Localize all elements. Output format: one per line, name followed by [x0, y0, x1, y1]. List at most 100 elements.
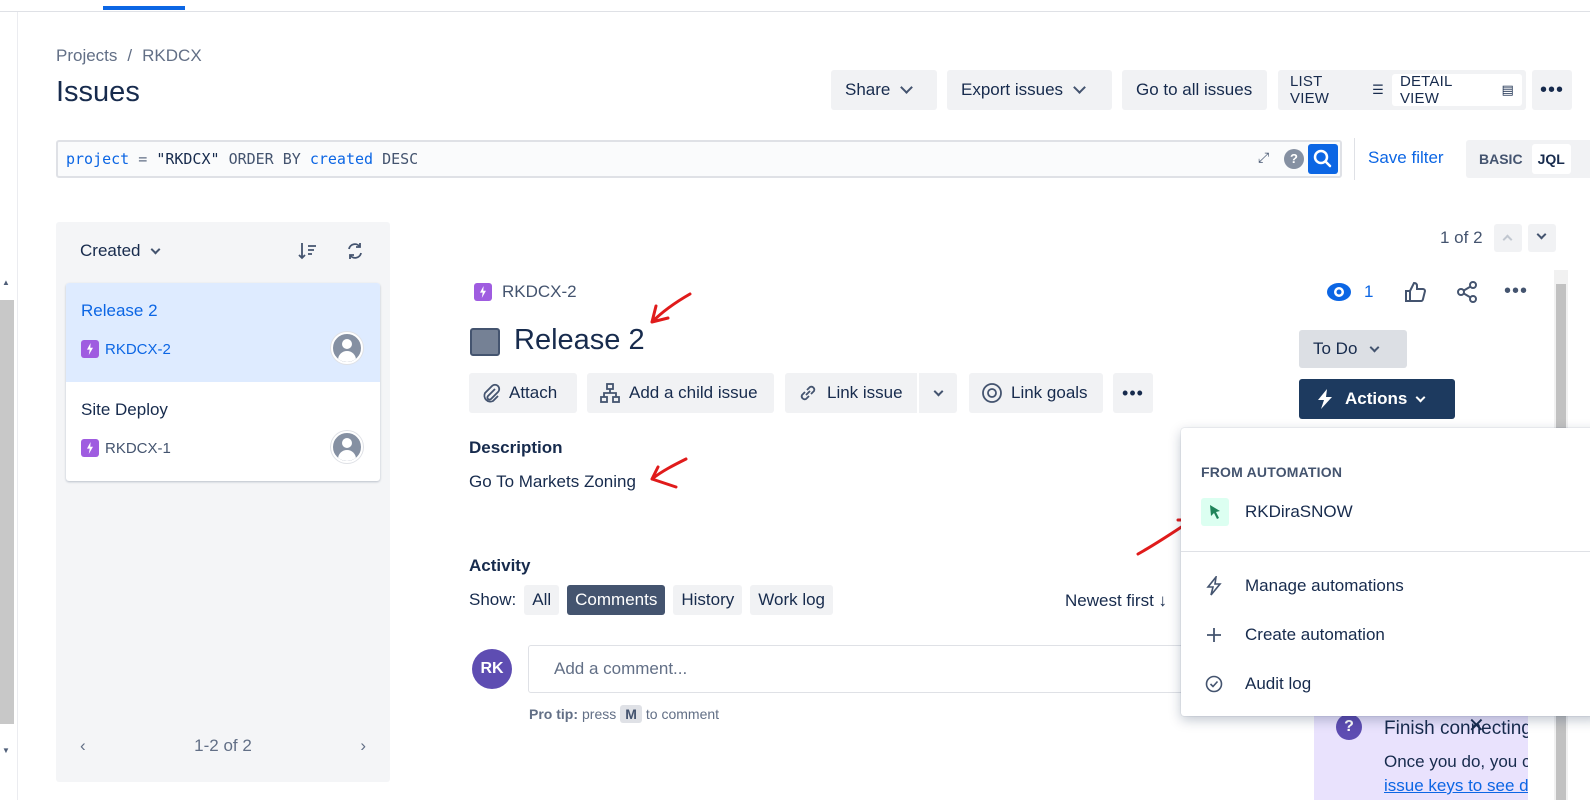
divider	[1354, 138, 1355, 180]
chevron-down-icon	[900, 81, 914, 94]
activity-filters: Show: All Comments History Work log	[469, 585, 834, 615]
avatar	[331, 431, 363, 463]
previous-issue-button[interactable]	[1494, 224, 1522, 252]
share-button[interactable]: Share	[831, 70, 937, 110]
menu-item-manage-automations[interactable]: Manage automations	[1181, 566, 1590, 606]
chevron-left-icon[interactable]: ‹	[80, 736, 86, 756]
pager-count: 1-2 of 2	[194, 736, 252, 755]
issue-title[interactable]: Release 2	[514, 324, 645, 357]
plus-icon	[1207, 628, 1221, 642]
export-issues-button[interactable]: Export issues	[947, 70, 1112, 110]
more-options-button[interactable]: •••	[1532, 70, 1572, 110]
link-goals-button[interactable]: Link goals	[969, 373, 1103, 413]
refresh-button[interactable]	[344, 240, 366, 267]
link-issue-label: Link issue	[827, 383, 903, 402]
filter-all[interactable]: All	[524, 585, 560, 615]
menu-item-rkdirasnow[interactable]: RKDiraSNOW	[1181, 492, 1590, 532]
more-icon: •••	[1504, 280, 1529, 302]
close-icon[interactable]: ✕	[1468, 713, 1485, 738]
link-issue-dropdown[interactable]	[919, 373, 957, 413]
lightning-icon	[1206, 576, 1222, 596]
list-view-label: LIST VIEW	[1290, 73, 1330, 107]
lightning-icon	[1318, 389, 1332, 409]
breadcrumb: Projects / RKDCX	[56, 46, 202, 66]
list-item[interactable]: Release 2 RKDCX-2	[66, 283, 380, 382]
search-button[interactable]	[1308, 144, 1338, 174]
left-rail-scrollbar[interactable]: ▲ ▼	[0, 12, 18, 800]
filter-history[interactable]: History	[673, 585, 743, 615]
jql-mode-button[interactable]: JQL	[1531, 144, 1571, 174]
issue-more-button[interactable]: •••	[1504, 280, 1528, 303]
chevron-down-icon	[933, 386, 943, 396]
detail-view-label: DETAIL VIEW	[1399, 73, 1452, 107]
description-label: Description	[469, 438, 563, 457]
list-item-title: Site Deploy	[81, 400, 168, 419]
menu-heading: FROM AUTOMATION	[1201, 464, 1343, 480]
scroll-down-icon[interactable]: ▼	[2, 746, 10, 755]
jql-order-field: created	[309, 150, 374, 168]
attach-button[interactable]: Attach	[469, 373, 577, 413]
share-icon	[1457, 281, 1477, 303]
link-issue-button[interactable]: Link issue	[785, 373, 917, 413]
breadcrumb-project[interactable]: RKDCX	[142, 46, 202, 66]
status-dropdown[interactable]: To Do	[1299, 330, 1407, 368]
protip-post: to comment	[645, 706, 720, 722]
filter-comments[interactable]: Comments	[567, 585, 666, 615]
issue-key-breadcrumb[interactable]: RKDCX-2	[474, 282, 577, 302]
sort-order-button[interactable]	[296, 240, 318, 267]
sort-dropdown[interactable]: Created	[80, 241, 161, 261]
more-actions-button[interactable]: •••	[1113, 373, 1153, 413]
watcher-count: 1	[1364, 282, 1374, 301]
annotation-arrow-icon	[650, 292, 692, 324]
activity-sort-button[interactable]: Newest first ↓	[1065, 591, 1167, 611]
list-view-button[interactable]: LIST VIEW ☰	[1282, 73, 1392, 107]
menu-item-label: Audit log	[1245, 674, 1312, 693]
jql-input[interactable]: project = "RKDCX" ORDER BY created DESC	[56, 140, 1342, 178]
refresh-icon	[348, 243, 362, 259]
next-issue-button[interactable]	[1528, 224, 1556, 252]
go-to-all-issues-button[interactable]: Go to all issues	[1122, 70, 1267, 110]
scroll-thumb[interactable]	[0, 300, 14, 724]
help-icon[interactable]: ?	[1284, 149, 1304, 169]
jql-field: project	[66, 150, 130, 168]
more-icon: •••	[1122, 382, 1144, 403]
description-text[interactable]: Go To Markets Zoning	[469, 472, 636, 492]
breadcrumb-projects[interactable]: Projects	[56, 46, 117, 66]
jql-direction: DESC	[382, 150, 419, 168]
annotation-arrow-icon	[650, 457, 688, 489]
jql-value: "RKDCX"	[156, 150, 220, 168]
list-item-key: RKDCX-1	[105, 440, 171, 457]
automation-rule-icon	[1201, 498, 1229, 526]
chevron-right-icon[interactable]: ›	[360, 736, 366, 756]
menu-item-audit-log[interactable]: Audit log	[1181, 664, 1590, 704]
breadcrumb-separator: /	[127, 46, 133, 65]
attach-label: Attach	[509, 383, 558, 402]
like-button[interactable]	[1403, 280, 1427, 309]
chevron-up-icon	[1502, 234, 1513, 245]
protip-bold: Pro tip:	[529, 706, 578, 722]
link-icon	[800, 385, 816, 401]
menu-item-create-automation[interactable]: Create automation	[1181, 615, 1590, 655]
status-label: To Do	[1313, 339, 1358, 358]
chevron-down-icon	[1536, 229, 1547, 240]
basic-mode-button[interactable]: BASIC	[1470, 151, 1532, 167]
chevron-down-icon	[151, 244, 161, 254]
filter-work-log[interactable]: Work log	[750, 585, 834, 615]
chevron-down-icon	[1073, 81, 1086, 94]
search-icon	[1313, 149, 1332, 168]
expand-icon[interactable]: ⤢	[1258, 149, 1278, 169]
add-child-issue-button[interactable]: Add a child issue	[587, 373, 774, 413]
actions-menu: FROM AUTOMATION RKDiraSNOW Manage automa…	[1181, 428, 1590, 716]
scroll-up-icon[interactable]: ▲	[2, 278, 10, 287]
save-filter-button[interactable]: Save filter	[1368, 148, 1444, 168]
share-issue-button[interactable]	[1455, 280, 1479, 309]
thumbs-up-icon	[1405, 281, 1427, 302]
protip-pre: press	[582, 706, 617, 722]
issue-key: RKDCX-2	[502, 282, 577, 301]
detail-view-button[interactable]: DETAIL VIEW ▤	[1391, 73, 1522, 107]
list-item[interactable]: Site Deploy RKDCX-1	[66, 382, 380, 481]
actions-button[interactable]: Actions	[1299, 379, 1455, 419]
comment-input[interactable]: Add a comment...	[528, 645, 1208, 693]
watch-button[interactable]: 1	[1326, 280, 1373, 304]
paperclip-icon	[483, 383, 501, 403]
